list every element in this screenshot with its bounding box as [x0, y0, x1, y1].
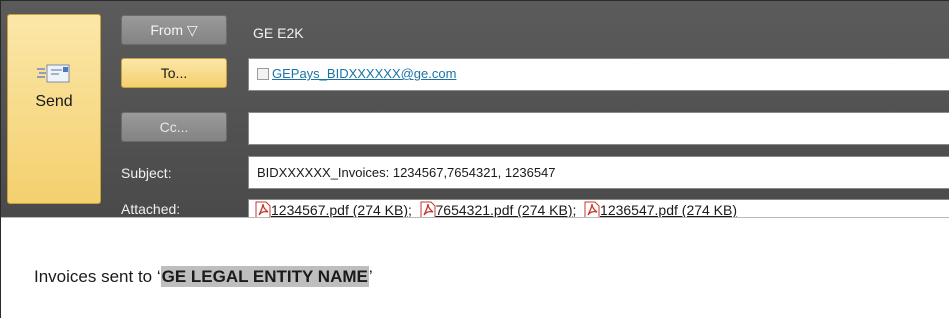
attachment-name[interactable]: 1236547.pdf (274 KB) [600, 202, 737, 217]
attachment-name[interactable]: 7654321.pdf (274 KB) [436, 202, 573, 217]
compose-header: Send From ▽ GE E2K To... GEPays_BIDXXXXX… [1, 1, 949, 217]
message-text: Invoices sent to ‘GE LEGAL ENTITY NAME’ [34, 266, 373, 287]
message-prefix: Invoices sent to ‘ [34, 267, 161, 286]
cc-button[interactable]: Cc... [121, 112, 227, 142]
subject-label: Subject: [121, 165, 172, 181]
recipient-link[interactable]: GEPays_BIDXXXXXX@ge.com [272, 66, 456, 81]
attachment-item[interactable]: 7654321.pdf (274 KB); [420, 201, 585, 217]
send-button[interactable]: Send [7, 14, 101, 204]
recipient-checkbox-icon [257, 67, 269, 80]
attached-field: 1234567.pdf (274 KB); 7654321.pdf (274 K… [248, 199, 949, 217]
attachment-separator: ; [408, 202, 412, 217]
subject-field[interactable]: BIDXXXXXX_Invoices: 1234567,7654321, 123… [248, 156, 949, 189]
envelope-send-icon [37, 64, 70, 83]
cc-field[interactable] [248, 112, 949, 145]
from-account: GE E2K [253, 25, 304, 41]
attachment-item[interactable]: 1234567.pdf (274 KB); [255, 201, 420, 217]
pdf-icon [255, 201, 271, 217]
message-body[interactable]: Invoices sent to ‘GE LEGAL ENTITY NAME’ [1, 217, 949, 319]
to-button[interactable]: To... [121, 58, 227, 88]
pdf-icon [584, 201, 600, 217]
to-field[interactable]: GEPays_BIDXXXXXX@ge.com [248, 58, 949, 91]
attachment-name[interactable]: 1234567.pdf (274 KB) [271, 202, 408, 217]
attached-label: Attached: [121, 201, 181, 217]
pdf-icon [420, 201, 436, 217]
send-label: Send [35, 93, 73, 110]
from-button[interactable]: From ▽ [121, 15, 227, 45]
attachment-item[interactable]: 1236547.pdf (274 KB) [584, 201, 737, 217]
attachment-separator: ; [572, 202, 577, 217]
legal-entity-name: GE LEGAL ENTITY NAME [160, 266, 369, 287]
message-suffix: ’ [368, 267, 373, 286]
